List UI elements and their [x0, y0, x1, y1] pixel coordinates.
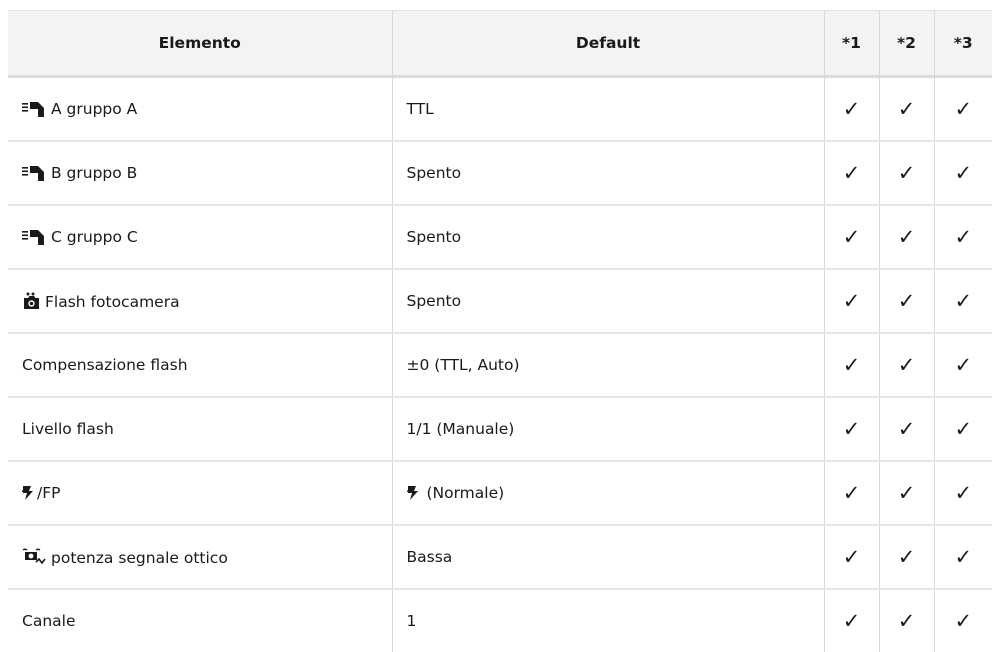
check-col-2: ✓ — [879, 525, 935, 590]
remote-flash-icon — [22, 230, 44, 245]
check-col-1: ✓ — [824, 76, 880, 142]
check-col-2: ✓ — [879, 397, 935, 462]
default-cell: Spento — [392, 141, 825, 206]
item-cell: Compensazione flash — [8, 333, 393, 398]
default-label: (Normale) — [426, 484, 505, 502]
table-row: C gruppo C Spento ✓ ✓ ✓ — [8, 205, 992, 270]
default-cell: TTL — [392, 76, 825, 142]
item-cell: Livello flash — [8, 397, 393, 462]
flash-bolt-icon — [22, 486, 33, 500]
check-col-2: ✓ — [879, 333, 935, 398]
check-col-3: ✓ — [934, 269, 992, 334]
default-cell: Spento — [392, 205, 825, 270]
item-label: Flash fotocamera — [45, 292, 180, 311]
check-col-3: ✓ — [934, 205, 992, 270]
item-cell: B gruppo B — [8, 141, 393, 206]
check-col-2: ✓ — [879, 589, 935, 652]
check-col-1: ✓ — [824, 525, 880, 590]
check-col-3: ✓ — [934, 461, 992, 526]
check-col-3: ✓ — [954, 609, 973, 633]
header-default: Default — [392, 10, 825, 78]
item-cell: potenza segnale ottico — [8, 525, 393, 590]
optical-signal-icon — [22, 548, 46, 564]
default-cell: 1 — [392, 589, 825, 652]
check-col-3: ✓ — [934, 333, 992, 398]
table-row: Compensazione flash ±0 (TTL, Auto) ✓ ✓ ✓ — [8, 333, 992, 398]
item-cell: /FP — [8, 461, 393, 526]
item-cell: C gruppo C — [8, 205, 393, 270]
table-row: B gruppo B Spento ✓ ✓ ✓ — [8, 141, 992, 206]
table-row: potenza segnale ottico Bassa ✓ ✓ ✓ — [8, 525, 992, 590]
check-col-3: ✓ — [934, 397, 992, 462]
header-col-1: *1 — [824, 10, 880, 78]
table-row: Canale 1 ✓ ✓ ✓ — [8, 589, 992, 652]
camera-flash-icon — [24, 292, 39, 309]
check-col-1: ✓ — [824, 397, 880, 462]
table-row: Livello flash 1/1 (Manuale) ✓ ✓ ✓ — [8, 397, 992, 462]
check-col-2: ✓ — [879, 461, 935, 526]
check-col-1: ✓ — [824, 205, 880, 270]
check-col-1: ✓ — [824, 333, 880, 398]
item-cell: Canale — [8, 589, 393, 652]
header-col-2: *2 — [879, 10, 935, 78]
default-cell: 1/1 (Manuale) — [392, 397, 825, 462]
check-col-2: ✓ — [879, 76, 935, 142]
check-col-3: ✓ — [934, 141, 992, 206]
check-col-1: ✓ — [824, 589, 880, 652]
default-cell: Spento — [392, 269, 825, 334]
default-cell: (Normale) — [392, 461, 825, 526]
settings-table: Elemento Default *1 *2 *3 A gruppo A TTL… — [8, 10, 992, 652]
item-label: B gruppo B — [51, 164, 138, 182]
default-cell: ±0 (TTL, Auto) — [392, 333, 825, 398]
item-label: potenza segnale ottico — [51, 548, 228, 567]
remote-flash-icon — [22, 166, 44, 181]
item-cell: Flash fotocamera — [8, 269, 393, 334]
check-col-2: ✓ — [879, 269, 935, 334]
default-cell: Bassa — [392, 525, 825, 590]
check-col-2: ✓ — [879, 205, 935, 270]
header-col-3: *3 — [934, 10, 992, 78]
table-header-row: Elemento Default *1 *2 *3 — [8, 10, 992, 78]
table-row: A gruppo A TTL ✓ ✓ ✓ — [8, 76, 992, 142]
item-label: /FP — [37, 484, 61, 502]
item-label: A gruppo A — [51, 100, 138, 118]
check-col-1: ✓ — [824, 461, 880, 526]
item-label: C gruppo C — [51, 228, 138, 246]
check-col-1: ✓ — [824, 269, 880, 334]
flash-bolt-icon — [406, 486, 418, 500]
header-item: Elemento — [8, 10, 393, 78]
item-cell: A gruppo A — [8, 76, 393, 142]
remote-flash-icon — [22, 102, 44, 117]
table-row: Flash fotocamera Spento ✓ ✓ ✓ — [8, 269, 992, 334]
table-row: /FP (Normale) ✓ ✓ ✓ — [8, 461, 992, 526]
check-col-1: ✓ — [824, 141, 880, 206]
check-col-3: ✓ — [934, 525, 992, 590]
check-col-2: ✓ — [879, 141, 935, 206]
check-col-3: ✓ — [934, 76, 992, 142]
